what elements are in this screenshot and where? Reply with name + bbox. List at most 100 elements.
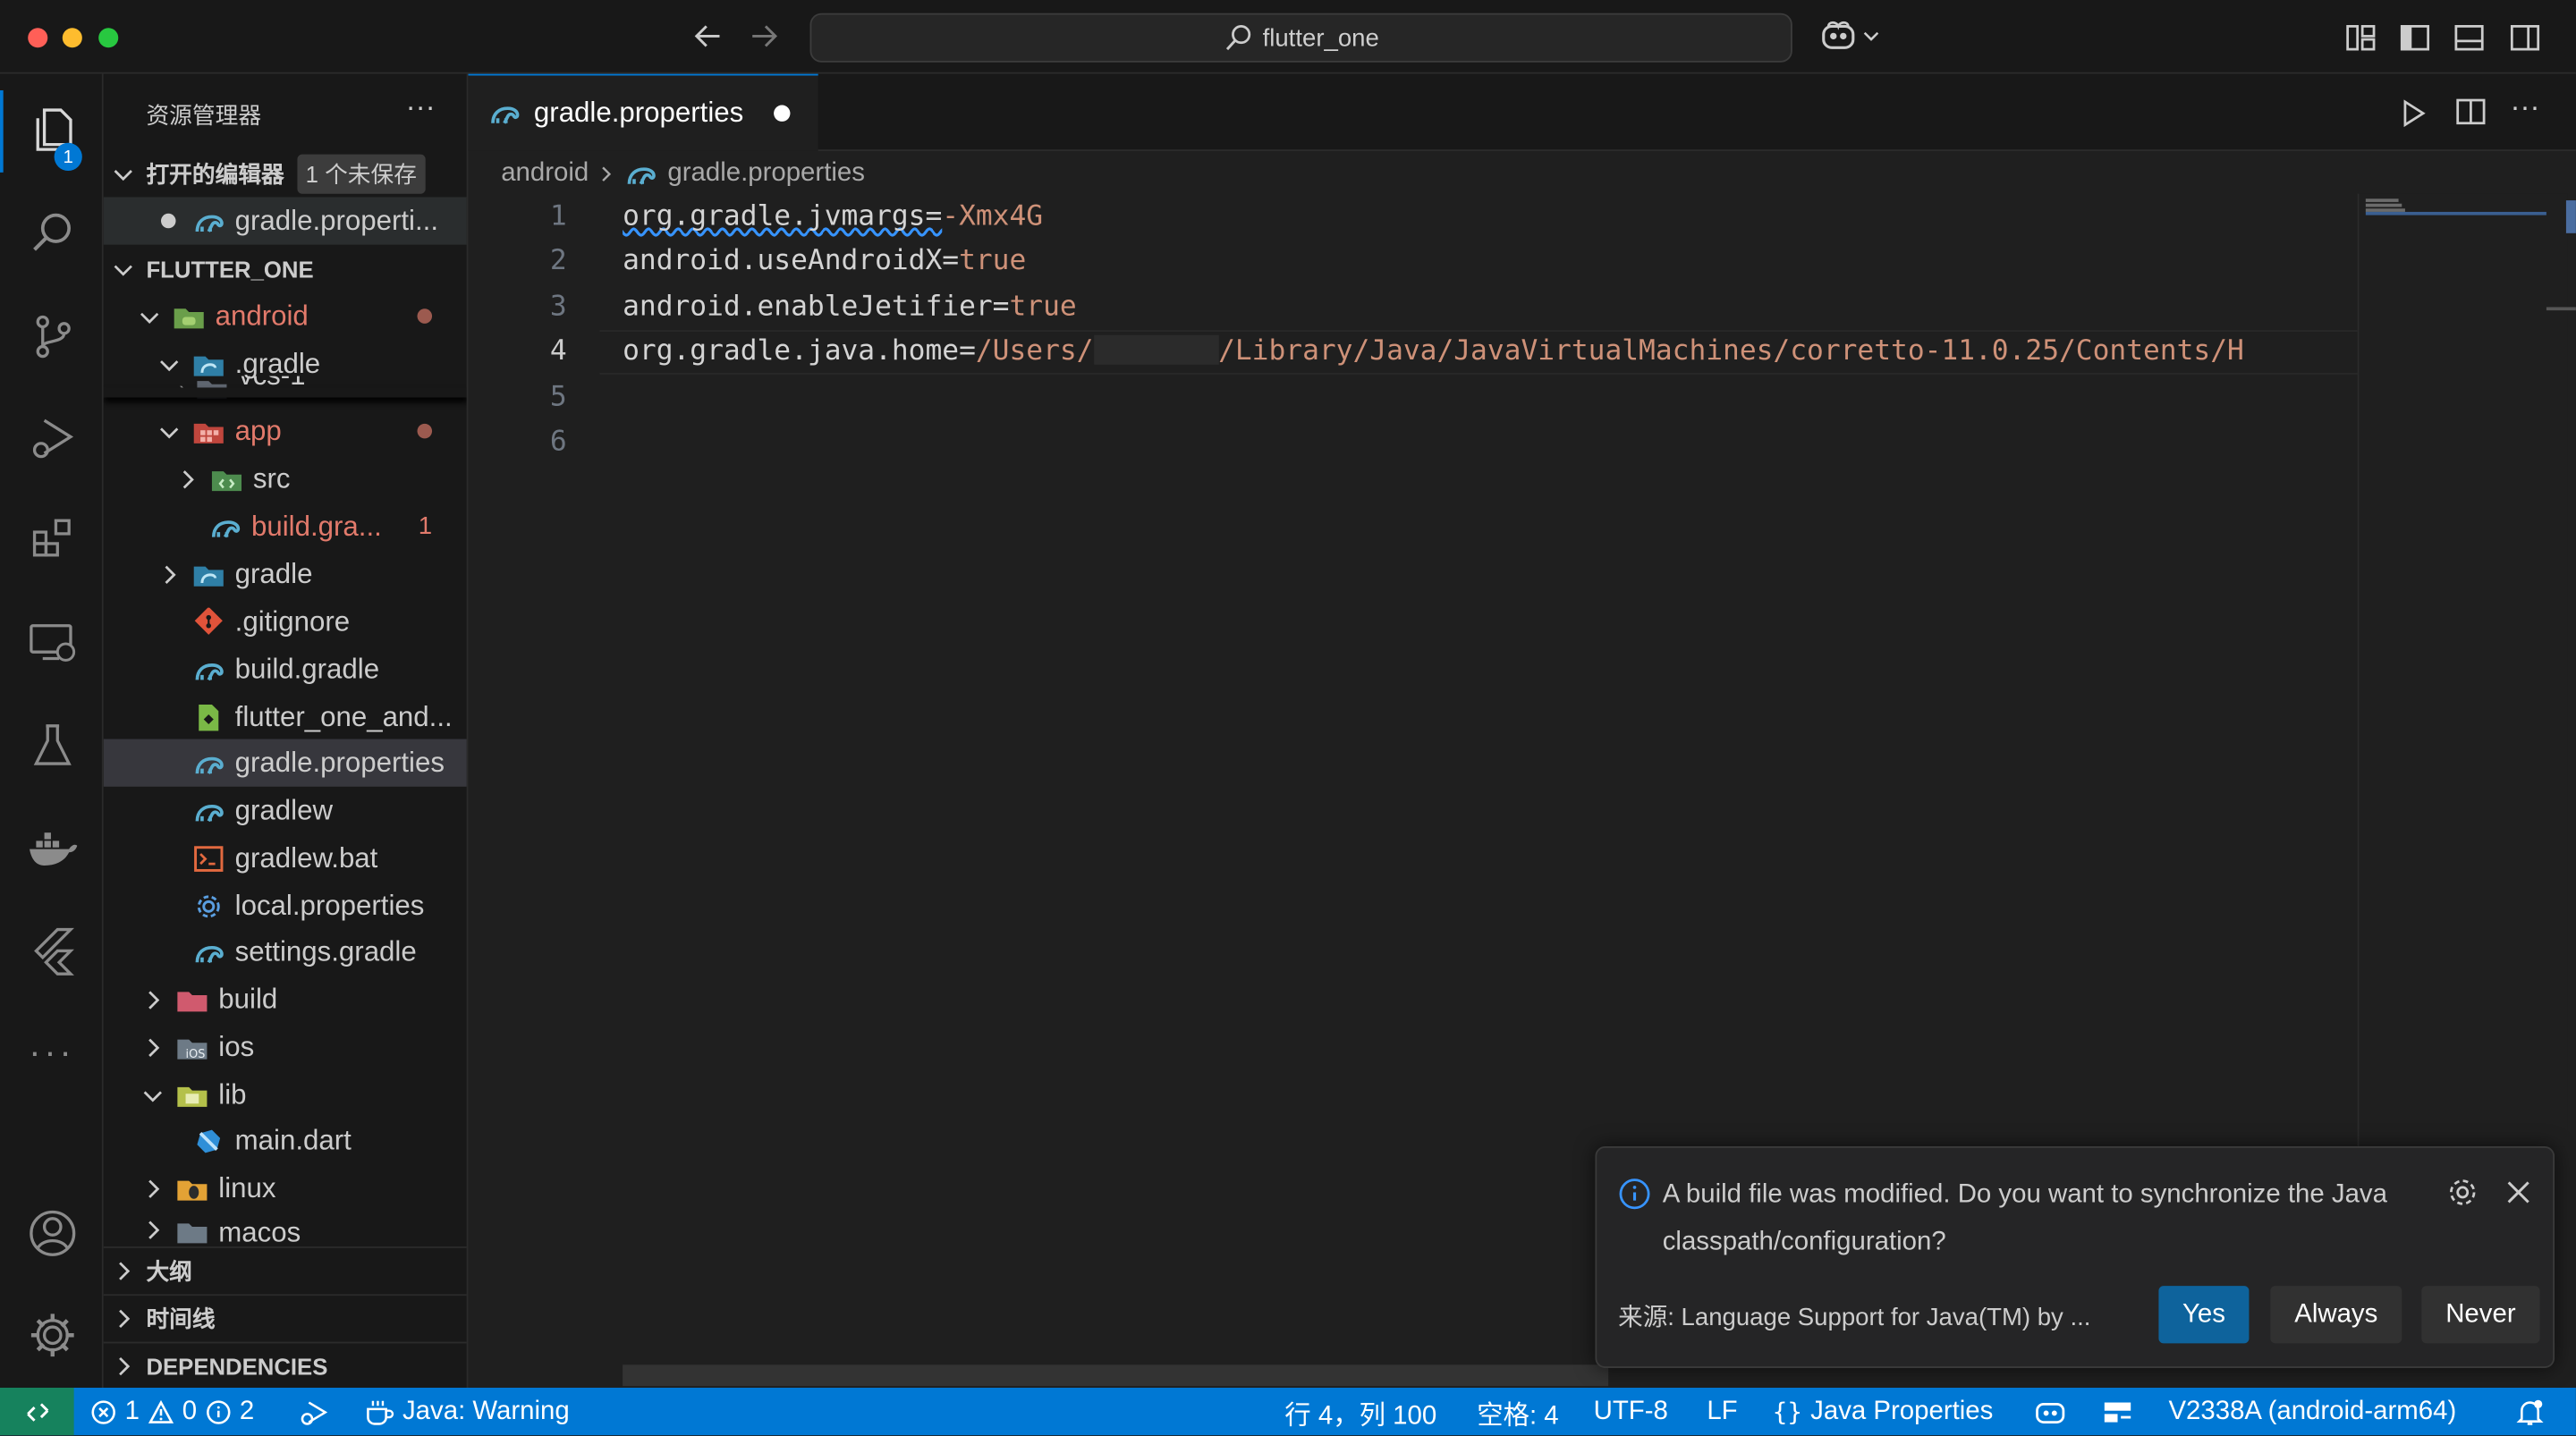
overview-ruler-cursor	[2546, 307, 2576, 311]
zoom-window-button[interactable]	[98, 27, 119, 47]
extensions-icon	[27, 514, 76, 563]
chevron-down-icon	[1863, 28, 1879, 44]
remote-indicator[interactable]	[0, 1388, 74, 1436]
tree-item-gradlew-bat[interactable]: gradlew.bat	[104, 834, 467, 882]
error-icon	[90, 1398, 116, 1424]
tree-item-label: gradle	[234, 557, 313, 589]
explorer-button[interactable]: 1	[0, 87, 104, 173]
forward-arrow-icon[interactable]	[748, 20, 781, 53]
remote-icon	[22, 1398, 52, 1424]
gear-icon[interactable]	[2445, 1174, 2480, 1210]
back-arrow-icon[interactable]	[691, 20, 724, 53]
debug-launch-button[interactable]	[297, 1388, 330, 1435]
open-editor-item[interactable]: gradle.properti...	[103, 197, 467, 245]
chevron-right-icon	[140, 1034, 165, 1060]
search-button[interactable]	[0, 190, 104, 276]
breadcrumb-folder[interactable]: android	[501, 158, 589, 188]
svg-text:iOS: iOS	[186, 1047, 206, 1060]
encoding[interactable]: UTF-8	[1594, 1388, 1668, 1435]
tree-item-main-dart[interactable]: main.dart	[104, 1117, 467, 1164]
more-views-button[interactable]: ···	[0, 1010, 104, 1096]
tree-item-flutter-one-android[interactable]: flutter_one_and...	[104, 693, 467, 740]
cursor-position[interactable]: 行 4，列 100	[1284, 1388, 1436, 1435]
split-editor-icon[interactable]	[2454, 96, 2487, 129]
tree-item-gitignore[interactable]: .gitignore	[104, 598, 467, 646]
workspace-section-header[interactable]: FLUTTER_ONE	[104, 245, 467, 292]
outline-section-header[interactable]: 大纲	[103, 1246, 467, 1294]
testing-button[interactable]	[0, 703, 104, 789]
end-of-line[interactable]: LF	[1707, 1388, 1737, 1435]
tree-item-gradle[interactable]: gradle	[104, 550, 467, 597]
tree-item-android[interactable]: android	[104, 292, 467, 340]
tree-item-ios[interactable]: iOS ios	[104, 1023, 467, 1070]
app-folder-icon	[192, 417, 225, 446]
open-editors-section-header[interactable]: 打开的编辑器 1 个未保存	[104, 149, 467, 197]
editor-more-actions-icon[interactable]: ···	[2510, 90, 2539, 125]
horizontal-scrollbar-thumb[interactable]	[623, 1364, 1609, 1387]
close-icon[interactable]	[2504, 1178, 2533, 1207]
minimap[interactable]	[2357, 193, 2568, 1147]
tab-gradle-properties[interactable]: gradle.properties	[468, 73, 818, 151]
tree-item-gradlew[interactable]: gradlew	[104, 787, 467, 834]
gradle-file-icon	[192, 796, 225, 825]
close-window-button[interactable]	[28, 27, 48, 47]
chevron-right-icon	[598, 164, 614, 183]
toggle-secondary-sidebar-icon[interactable]	[2509, 21, 2542, 55]
command-center-search[interactable]: flutter_one	[809, 13, 1792, 63]
run-debug-button[interactable]	[0, 396, 104, 482]
tree-item-build[interactable]: build	[104, 976, 467, 1023]
tree-item-lib[interactable]: lib	[104, 1071, 467, 1119]
status-bar: 1 0 2 Java: Warning 行 4，列 100 空格: 4 UTF-…	[0, 1388, 2576, 1436]
tree-item-build-gradle[interactable]: build.gradle	[104, 646, 467, 693]
flutter-device[interactable]: V2338A (android-arm64)	[2168, 1388, 2456, 1435]
run-file-icon[interactable]	[2397, 97, 2430, 130]
remote-explorer-button[interactable]	[0, 599, 104, 685]
tree-item-macos[interactable]: macos	[104, 1212, 467, 1245]
accounts-button[interactable]	[0, 1191, 104, 1277]
copilot-status[interactable]	[2034, 1388, 2067, 1435]
timeline-label: 时间线	[146, 1305, 216, 1332]
tree-item-label: ios	[218, 1030, 255, 1062]
problems-indicator[interactable]: 1 0 2	[90, 1388, 254, 1435]
property-value: true	[1009, 291, 1077, 324]
tree-item-linux[interactable]: linux	[104, 1164, 467, 1212]
vertical-scrollbar-thumb[interactable]	[2565, 200, 2576, 233]
customize-layout-icon[interactable]	[2344, 21, 2377, 55]
tree-item-settings-gradle[interactable]: settings.gradle	[104, 928, 467, 976]
indentation[interactable]: 空格: 4	[1477, 1388, 1558, 1435]
manage-button[interactable]	[0, 1292, 104, 1378]
tree-item-local-properties[interactable]: local.properties	[104, 882, 467, 929]
info-icon	[205, 1398, 231, 1424]
extensions-button[interactable]	[0, 496, 104, 582]
always-button[interactable]: Always	[2270, 1286, 2402, 1344]
timeline-section-header[interactable]: 时间线	[103, 1294, 467, 1341]
ios-folder-icon: iOS	[176, 1032, 209, 1061]
explorer-more-actions[interactable]: ···	[406, 90, 436, 125]
tree-item-label: app	[234, 414, 282, 446]
gradle-folder-icon	[192, 349, 225, 378]
tree-item-app-build-gradle[interactable]: build.gra... 1	[104, 503, 467, 550]
toggle-panel-icon[interactable]	[2453, 21, 2486, 55]
yes-button[interactable]: Yes	[2158, 1286, 2250, 1344]
tree-item-gradle-properties[interactable]: gradle.properties	[103, 739, 467, 787]
tree-item-label: build.gra...	[251, 510, 382, 542]
tree-item-app[interactable]: app	[104, 408, 467, 455]
language-mode[interactable]: {} Java Properties	[1773, 1388, 1994, 1435]
never-button[interactable]: Never	[2421, 1286, 2540, 1344]
docker-button[interactable]	[0, 807, 104, 892]
copilot-menu[interactable]	[1818, 18, 1879, 54]
notifications-bell-icon[interactable]	[2515, 1388, 2545, 1435]
dependencies-section-header[interactable]: DEPENDENCIES	[103, 1341, 467, 1388]
device-selector-icon[interactable]	[2101, 1388, 2134, 1435]
minimize-window-button[interactable]	[62, 27, 82, 47]
property-key: org.gradle.java.home=	[623, 334, 976, 368]
flutter-button[interactable]	[0, 908, 104, 994]
source-control-button[interactable]	[0, 294, 104, 380]
unsaved-dot-icon[interactable]	[773, 105, 790, 122]
tree-item-src[interactable]: src	[104, 455, 467, 503]
java-status[interactable]: Java: Warning	[365, 1388, 570, 1435]
gradle-file-icon	[192, 207, 225, 236]
toggle-primary-sidebar-icon[interactable]	[2399, 21, 2432, 55]
flutter-icon	[27, 925, 76, 977]
breadcrumb-file[interactable]: gradle.properties	[667, 158, 865, 188]
